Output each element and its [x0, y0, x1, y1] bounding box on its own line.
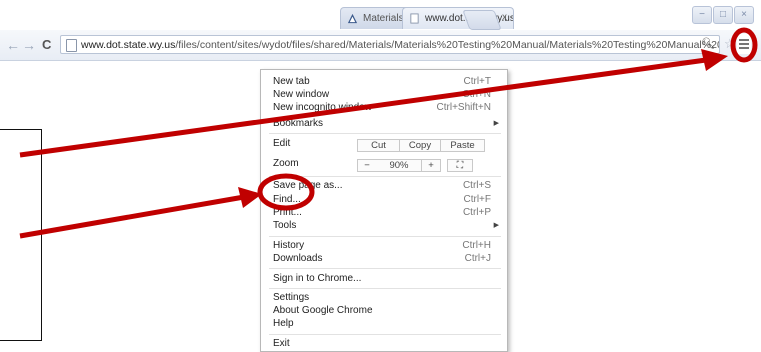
- annotation-circle-find: [257, 173, 315, 211]
- annotation-overlay: [19, 27, 758, 239]
- arrow-to-menu-button: [19, 49, 728, 158]
- annotation-arrow-line: [19, 194, 245, 239]
- arrow-to-find: [19, 187, 262, 239]
- annotation-arrowhead: [701, 49, 728, 71]
- annotation-circle-menu-button: [730, 27, 758, 63]
- annotation-arrow-line: [19, 57, 707, 158]
